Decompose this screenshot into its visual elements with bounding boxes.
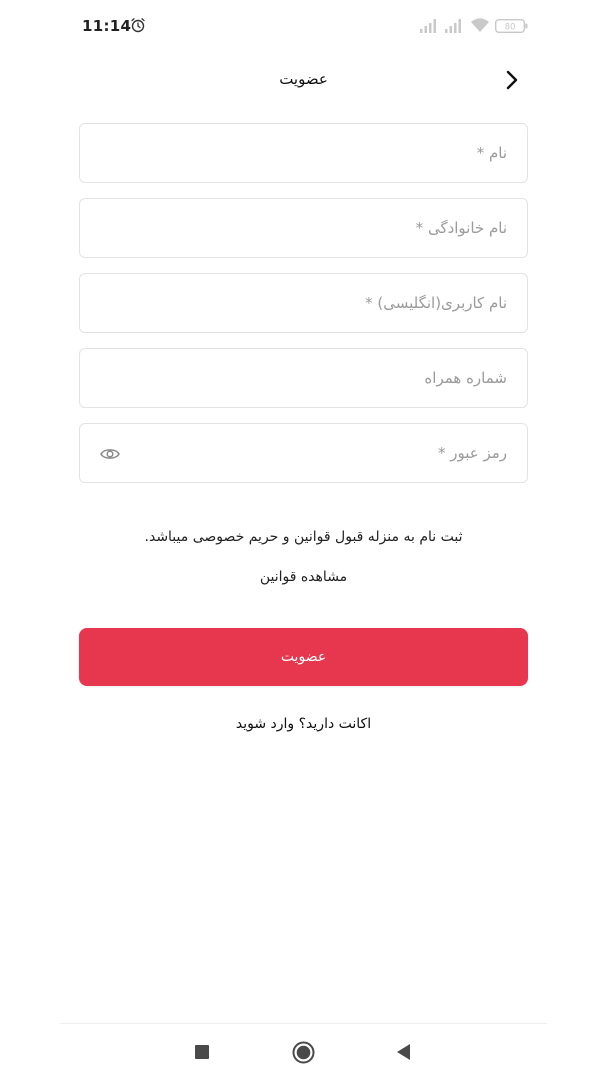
terms-notice: ثبت نام به منزله قبول قوانین و حریم خصوص… [144,529,463,545]
system-nav-bar [0,1024,607,1080]
first-name-field-box [79,123,528,183]
signal-icon [420,19,436,33]
back-icon[interactable] [396,1043,411,1061]
status-bar: 11:14 80 [0,0,607,52]
wifi-icon [471,18,489,32]
username-field-box [79,273,528,333]
view-terms-link[interactable]: مشاهده قوانین [260,569,347,585]
eye-icon[interactable] [100,444,120,464]
password-field-box [79,423,528,483]
password-input[interactable] [80,424,527,482]
battery-icon: 80 [495,19,528,33]
register-button[interactable]: عضویت [79,628,528,686]
first-name-input[interactable] [80,124,527,182]
registration-form [79,123,528,498]
alarm-icon [131,18,145,33]
recent-apps-icon[interactable] [195,1045,209,1059]
signal-icon [445,19,461,33]
login-prompt-row: اکانت دارید؟ وارد شوید [0,716,607,732]
status-time: 11:14 [82,17,132,35]
back-button[interactable] [498,66,526,94]
home-icon[interactable] [292,1041,315,1064]
phone-input[interactable] [80,349,527,407]
app-header: عضویت [0,52,607,108]
phone-field-box [79,348,528,408]
username-input[interactable] [80,274,527,332]
view-terms-row: مشاهده قوانین [0,569,607,585]
last-name-field-box [79,198,528,258]
chevron-right-icon [506,70,518,90]
battery-level: 80 [505,23,516,33]
login-link[interactable]: اکانت دارید؟ وارد شوید [236,716,371,732]
last-name-input[interactable] [80,199,527,257]
